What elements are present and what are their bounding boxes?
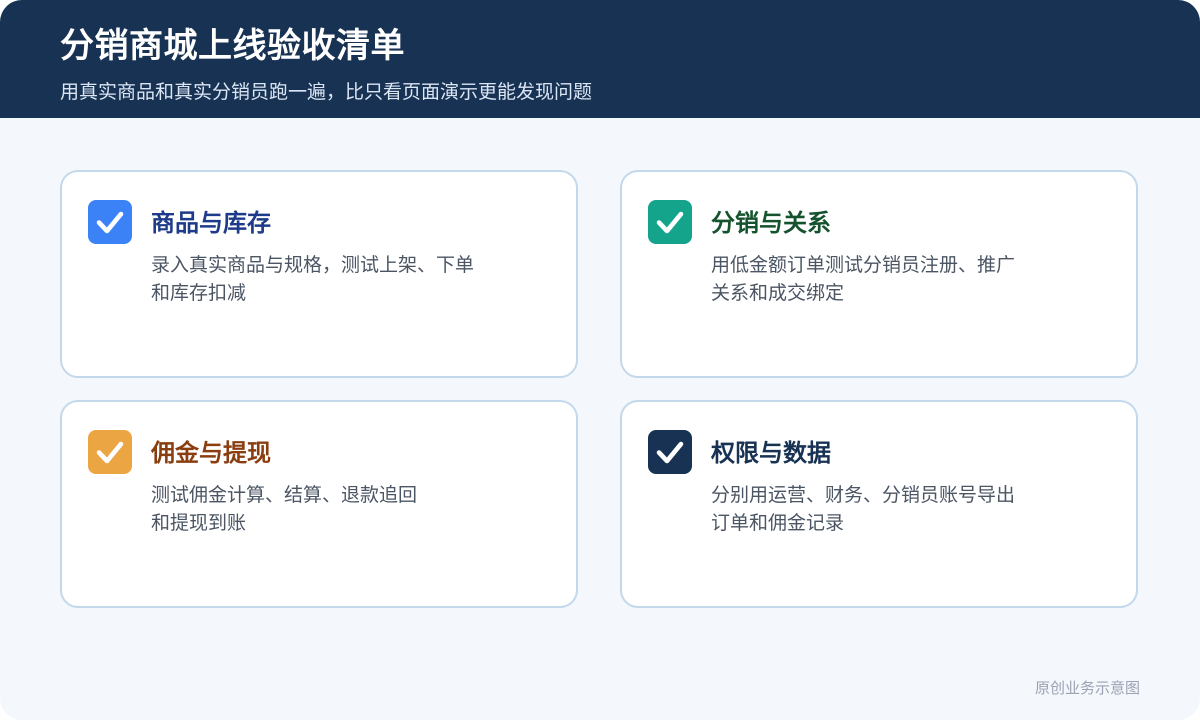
card-title: 佣金与提现 (151, 439, 271, 467)
card-description-line: 用低金额订单测试分销员注册、推广 (711, 254, 1016, 276)
checkbox-checked-icon (88, 200, 132, 244)
card-description-line: 和提现到账 (151, 512, 247, 534)
checkbox-checked-icon (88, 430, 132, 474)
card-title: 权限与数据 (711, 439, 831, 467)
checklist-card-distribution-relations: 分销与关系 用低金额订单测试分销员注册、推广 关系和成交绑定 (620, 170, 1138, 378)
card-title: 商品与库存 (151, 209, 271, 237)
checklist-card-commission-withdrawal: 佣金与提现 测试佣金计算、结算、退款追回 和提现到账 (60, 400, 578, 608)
card-description-line: 和库存扣减 (151, 282, 247, 304)
card-description: 用低金额订单测试分销员注册、推广 关系和成交绑定 (711, 251, 1051, 307)
card-description-line: 分别用运营、财务、分销员账号导出 (711, 484, 1016, 506)
card-title: 分销与关系 (711, 209, 831, 237)
checklist-card-permissions-data: 权限与数据 分别用运营、财务、分销员账号导出 订单和佣金记录 (620, 400, 1138, 608)
card-description: 录入真实商品与规格，测试上架、下单 和库存扣减 (151, 251, 491, 307)
card-description-line: 录入真实商品与规格，测试上架、下单 (151, 254, 475, 276)
card-description-line: 测试佣金计算、结算、退款追回 (151, 484, 418, 506)
slide: 分销商城上线验收清单 用真实商品和真实分销员跑一遍，比只看页面演示更能发现问题 … (0, 0, 1200, 720)
card-description-line: 关系和成交绑定 (711, 282, 845, 304)
checkbox-checked-icon (648, 200, 692, 244)
checklist-card-products-inventory: 商品与库存 录入真实商品与规格，测试上架、下单 和库存扣减 (60, 170, 578, 378)
page-title: 分销商城上线验收清单 (60, 26, 405, 66)
header-banner: 分销商城上线验收清单 用真实商品和真实分销员跑一遍，比只看页面演示更能发现问题 (0, 0, 1200, 118)
checkbox-checked-icon (648, 430, 692, 474)
footnote: 原创业务示意图 (1034, 679, 1140, 697)
card-description: 分别用运营、财务、分销员账号导出 订单和佣金记录 (711, 481, 1051, 537)
page-subtitle: 用真实商品和真实分销员跑一遍，比只看页面演示更能发现问题 (60, 81, 593, 103)
card-description-line: 订单和佣金记录 (711, 512, 845, 534)
card-description: 测试佣金计算、结算、退款追回 和提现到账 (151, 481, 491, 537)
